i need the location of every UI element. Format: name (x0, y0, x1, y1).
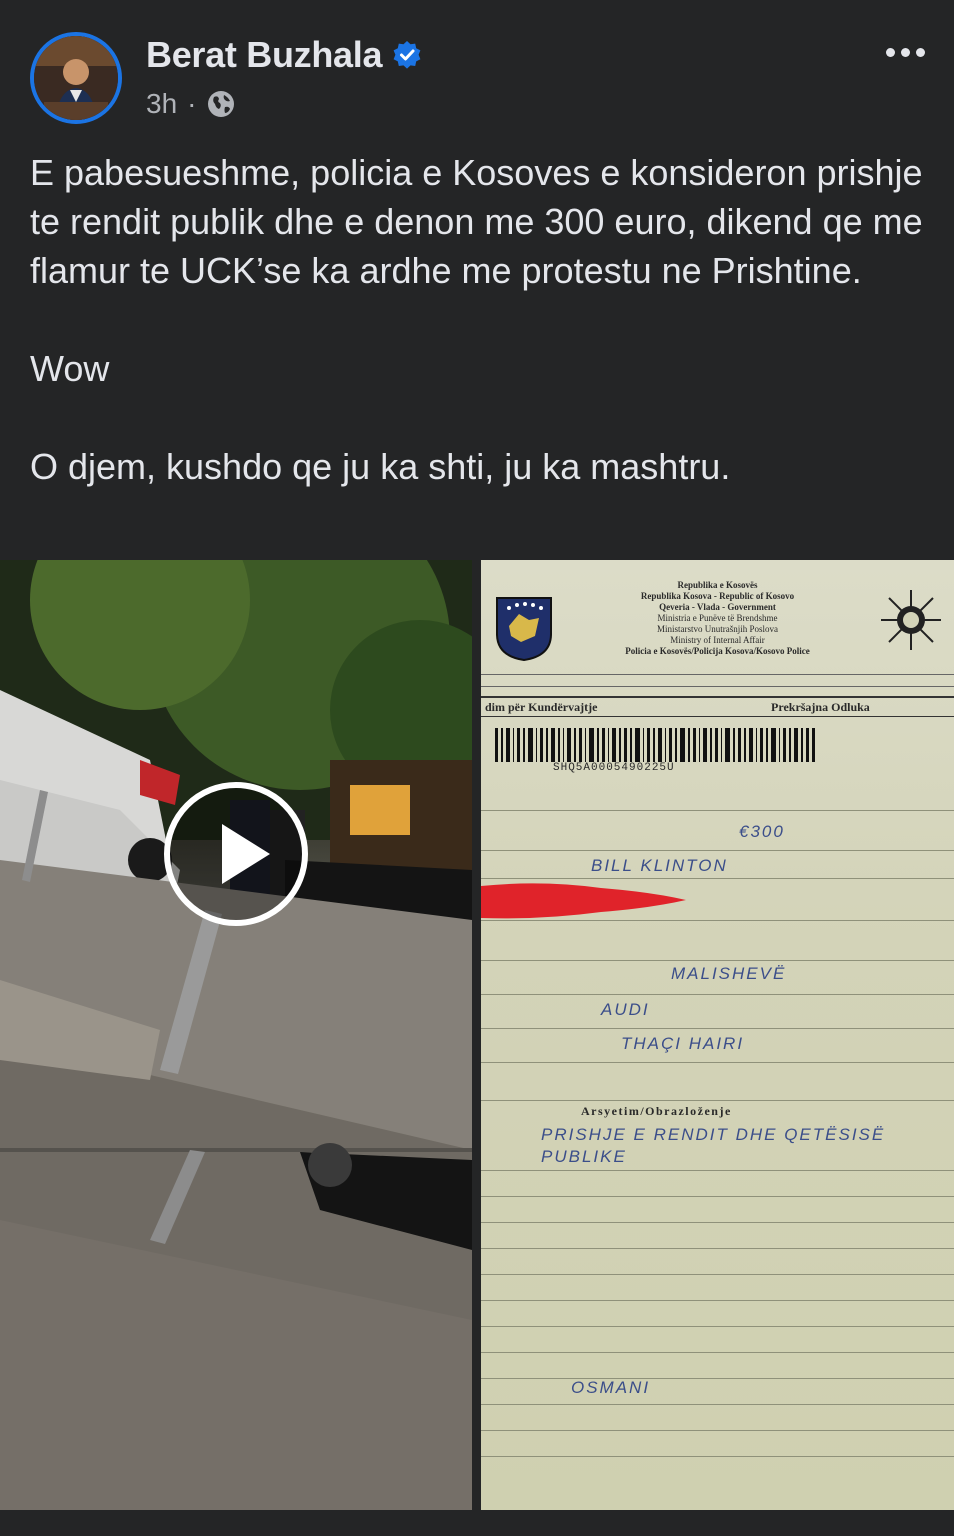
post-text: E pabesueshme, policia e Kosoves e konsi… (30, 148, 930, 491)
ticket-line (481, 1404, 954, 1405)
ticket-line (481, 1300, 954, 1301)
ticket-rule (481, 686, 954, 687)
ticket-header-line: Ministry of Internal Affair (670, 635, 765, 645)
post-time[interactable]: 3h (146, 88, 177, 120)
redaction-scribble (481, 883, 686, 919)
verified-badge-icon (393, 41, 421, 69)
ticket-rule (481, 1028, 954, 1029)
ticket-name-handwriting: BILL KLINTON (591, 856, 728, 875)
ticket-rule (481, 850, 954, 851)
ticket-rule (481, 994, 954, 995)
ticket-header-line: Republika Kosova - Republic of Kosovo (640, 591, 795, 601)
ticket-rule (481, 1062, 954, 1063)
ticket-reason-label: Arsyetim/Obrazloženje (581, 1104, 732, 1118)
ticket-rule (481, 810, 954, 811)
ticket-header-line: Qeveria - Vlada - Government (659, 602, 776, 612)
ticket-fine-handwriting: €300 (739, 822, 785, 841)
ticket-line (481, 1352, 954, 1353)
street-scene-image (0, 560, 472, 1510)
ticket-line (481, 1326, 954, 1327)
more-dot (915, 47, 925, 57)
post-paragraph: E pabesueshme, policia e Kosoves e konsi… (30, 152, 923, 291)
ticket-left-title: dim për Kundërvajtje (485, 700, 598, 714)
ticket-line (481, 1430, 954, 1431)
ticket-header-line: Ministria e Punëve të Brendshme (657, 613, 778, 623)
ticket-header: Republika e Kosovës Republika Kosova - R… (481, 580, 954, 657)
more-dot (885, 47, 895, 57)
ticket-rule (481, 716, 954, 717)
ticket-line (481, 1378, 954, 1379)
ticket-rule (481, 696, 954, 698)
ticket-line (481, 1170, 954, 1171)
barcode-icon (495, 728, 815, 762)
ticket-rule (481, 1100, 954, 1101)
ticket-right-title: Prekršajna Odluka (771, 700, 870, 714)
play-icon[interactable] (164, 782, 308, 926)
meta-separator: · (187, 88, 197, 119)
post-media: Republika e Kosovës Republika Kosova - R… (0, 560, 954, 1510)
ticket-reason-handwriting: PRISHJE E RENDIT DHE QETËSISË PUBLIKE (541, 1125, 886, 1166)
ticket-place-handwriting: MALISHEVË (671, 964, 787, 983)
globe-icon[interactable] (206, 89, 236, 119)
ticket-line (481, 1456, 954, 1457)
ticket-owner-handwriting: THAÇI HAIRI (621, 1034, 745, 1053)
more-dot (900, 47, 910, 57)
author-name[interactable]: Berat Buzhala (146, 34, 382, 76)
ticket-officer-handwriting: OSMANI (571, 1378, 651, 1397)
author-avatar[interactable] (30, 32, 122, 124)
ticket-header-line: Policia e Kosovës/Policija Kosova/Kosovo… (625, 646, 810, 656)
ticket-header-line: Republika e Kosovës (677, 580, 758, 590)
ticket-line (481, 1248, 954, 1249)
post-paragraph: O djem, kushdo qe ju ka shti, ju ka mash… (30, 446, 731, 487)
post-header: Berat Buzhala 3h · (0, 0, 954, 140)
ticket-car-handwriting: AUDI (601, 1000, 650, 1019)
facebook-post: Berat Buzhala 3h · E pabesueshme, polici… (0, 0, 954, 1536)
ticket-line (481, 1222, 954, 1223)
ticket-rule (481, 674, 954, 675)
more-options-icon[interactable] (880, 40, 930, 64)
ticket-rule (481, 960, 954, 961)
fine-ticket-image[interactable]: Republika e Kosovës Republika Kosova - R… (481, 560, 954, 1510)
video-thumbnail[interactable] (0, 560, 472, 1510)
author-name-row: Berat Buzhala (146, 34, 422, 76)
ticket-line (481, 1196, 954, 1197)
post-paragraph: Wow (30, 348, 110, 389)
ticket-header-line: Ministarstvo Unutrašnjih Poslova (657, 624, 778, 634)
ticket-line (481, 1274, 954, 1275)
avatar-portrait-icon (34, 36, 118, 120)
barcode-number: SHQ5A0005490225U (553, 762, 675, 774)
post-meta: 3h · (146, 86, 236, 122)
